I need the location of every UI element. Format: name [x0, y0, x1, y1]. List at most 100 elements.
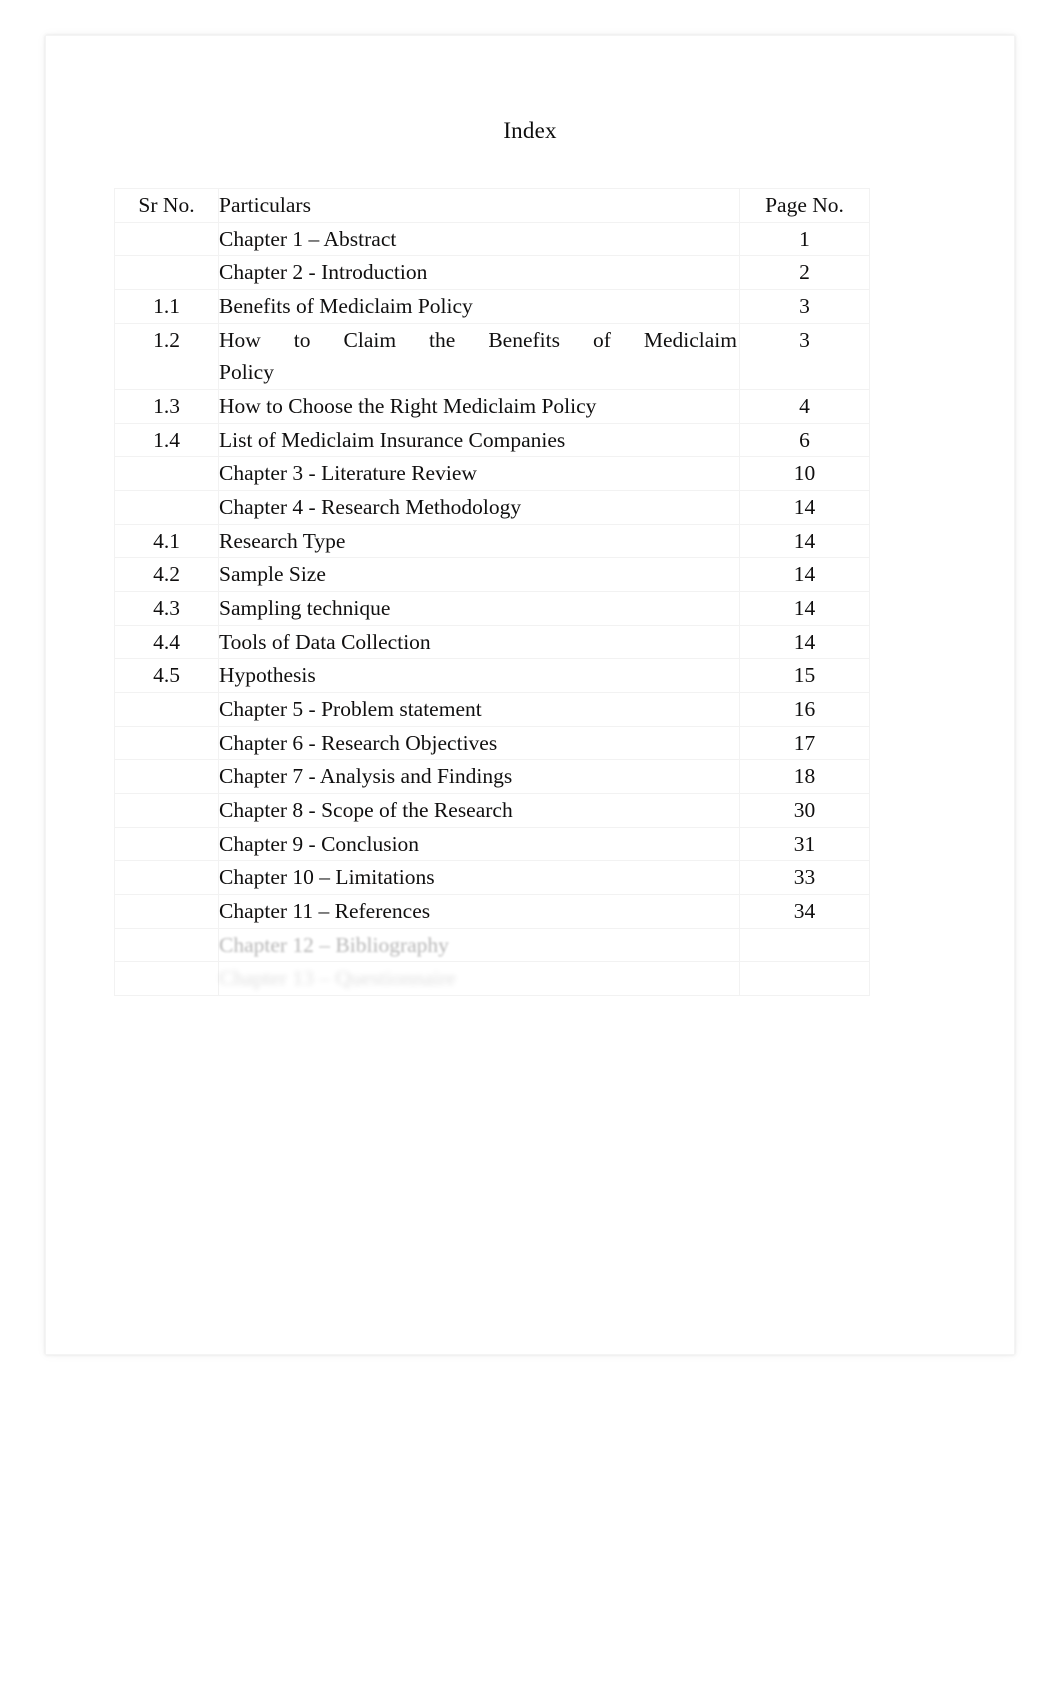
cell-particulars: Chapter 13 – Questionnaire — [218, 961, 740, 997]
cell-sr-no: 1.3 — [114, 389, 219, 424]
table-row: 4.2 Sample Size 14 — [114, 557, 870, 593]
cell-particulars-line-1: How to Claim the Benefits of Mediclaim — [219, 327, 737, 352]
cell-sr-no — [114, 927, 219, 963]
cell-page-no: 30 — [739, 793, 870, 828]
cell-particulars: Hypothesis — [218, 658, 740, 694]
cell-sr-no: 4.2 — [114, 557, 219, 593]
cell-page-no: 10 — [739, 456, 870, 492]
cell-sr-no — [114, 490, 219, 525]
cell-particulars: Chapter 2 - Introduction — [218, 255, 740, 291]
cell-sr-no: 1.1 — [114, 289, 219, 324]
cell-page-no: 2 — [739, 255, 870, 291]
cell-particulars: Chapter 8 - Scope of the Research — [218, 793, 740, 828]
cell-sr-no — [114, 725, 219, 761]
table-row: 1.2 How to Claim the Benefits of Mediclai… — [114, 322, 870, 391]
cell-page-no: 1 — [739, 221, 870, 257]
table-body: Chapter 1 – Abstract 1 Chapter 2 - Introdu… — [114, 221, 870, 997]
table-row: 4.1 Research Type 14 — [114, 523, 870, 559]
cell-page-no — [739, 961, 870, 997]
cell-sr-no — [114, 894, 219, 929]
cell-particulars-line-2: Policy — [219, 360, 274, 385]
cell-page-no: 14 — [739, 624, 870, 660]
cell-particulars: Tools of Data Collection — [218, 624, 740, 660]
cell-sr-no — [114, 255, 219, 291]
table-row: 1.4 List of Mediclaim Insurance Companies… — [114, 422, 870, 458]
cell-particulars: Sampling technique — [218, 591, 740, 626]
index-table-container: Sr No. Particulars Page No. Chapter 1 – … — [114, 188, 870, 997]
cell-particulars: Chapter 9 - Conclusion — [218, 826, 740, 862]
column-header-page-no: Page No. — [739, 188, 870, 223]
column-header-particulars: Particulars — [218, 188, 740, 223]
table-row: Chapter 4 - Research Methodology 14 — [114, 490, 870, 525]
table-header-row: Sr No. Particulars Page No. — [114, 188, 870, 223]
cell-sr-no — [114, 692, 219, 727]
cell-particulars: Chapter 10 – Limitations — [218, 860, 740, 896]
cell-page-no: 14 — [739, 490, 870, 525]
cell-sr-no: 4.5 — [114, 658, 219, 694]
cell-particulars: Chapter 7 - Analysis and Findings — [218, 759, 740, 795]
cell-page-no: 6 — [739, 422, 870, 458]
cell-page-no — [739, 927, 870, 963]
table-row: Chapter 11 – References 34 — [114, 894, 870, 929]
cell-page-no: 14 — [739, 523, 870, 559]
cell-sr-no — [114, 221, 219, 257]
table-row: Chapter 5 - Problem statement 16 — [114, 692, 870, 727]
document-page: Index Sr No. Particulars Page No. Chapte… — [45, 35, 1015, 1355]
cell-sr-no: 4.1 — [114, 523, 219, 559]
cell-page-no: 3 — [739, 289, 870, 324]
table-row: Chapter 7 - Analysis and Findings 18 — [114, 759, 870, 795]
cell-sr-no: 1.2 — [114, 322, 219, 391]
cell-page-no: 17 — [739, 725, 870, 761]
cell-sr-no: 4.4 — [114, 624, 219, 660]
cell-particulars: How to Choose the Right Mediclaim Policy — [218, 389, 740, 424]
cell-particulars: Chapter 6 - Research Objectives — [218, 725, 740, 761]
cell-particulars: Chapter 11 – References — [218, 894, 740, 929]
table-row: Chapter 13 – Questionnaire — [114, 961, 870, 997]
table-header: Sr No. Particulars Page No. — [114, 188, 870, 223]
table-row: 4.5 Hypothesis 15 — [114, 658, 870, 694]
cell-particulars: How to Claim the Benefits of Mediclaim Po… — [218, 322, 740, 391]
cell-page-no: 14 — [739, 591, 870, 626]
table-row: 4.4 Tools of Data Collection 14 — [114, 624, 870, 660]
cell-page-no: 3 — [739, 322, 870, 391]
cell-sr-no: 4.3 — [114, 591, 219, 626]
cell-sr-no — [114, 759, 219, 795]
cell-page-no: 18 — [739, 759, 870, 795]
cell-particulars: Chapter 5 - Problem statement — [218, 692, 740, 727]
cell-particulars: Chapter 4 - Research Methodology — [218, 490, 740, 525]
cell-sr-no — [114, 826, 219, 862]
cell-page-no: 14 — [739, 557, 870, 593]
cell-page-no: 16 — [739, 692, 870, 727]
table-row: Chapter 6 - Research Objectives 17 — [114, 725, 870, 761]
cell-particulars: Chapter 3 - Literature Review — [218, 456, 740, 492]
table-row: Chapter 8 - Scope of the Research 30 — [114, 793, 870, 828]
cell-particulars: Research Type — [218, 523, 740, 559]
cell-particulars: Chapter 1 – Abstract — [218, 221, 740, 257]
cell-page-no: 33 — [739, 860, 870, 896]
column-header-sr-no: Sr No. — [114, 188, 219, 223]
table-row: 4.3 Sampling technique 14 — [114, 591, 870, 626]
cell-sr-no: 1.4 — [114, 422, 219, 458]
cell-page-no: 31 — [739, 826, 870, 862]
cell-sr-no — [114, 961, 219, 997]
table-row: Chapter 1 – Abstract 1 — [114, 221, 870, 257]
cell-page-no: 4 — [739, 389, 870, 424]
table-row: 1.3 How to Choose the Right Mediclaim Pol… — [114, 389, 870, 424]
cell-particulars: Sample Size — [218, 557, 740, 593]
cell-page-no: 34 — [739, 894, 870, 929]
table-row: Chapter 10 – Limitations 33 — [114, 860, 870, 896]
table-row: Chapter 9 - Conclusion 31 — [114, 826, 870, 862]
cell-sr-no — [114, 456, 219, 492]
cell-sr-no — [114, 793, 219, 828]
table-row: 1.1 Benefits of Mediclaim Policy 3 — [114, 289, 870, 324]
table-row: Chapter 2 - Introduction 2 — [114, 255, 870, 291]
table-row: Chapter 3 - Literature Review 10 — [114, 456, 870, 492]
cell-page-no: 15 — [739, 658, 870, 694]
page-title: Index — [503, 118, 557, 143]
cell-particulars: Benefits of Mediclaim Policy — [218, 289, 740, 324]
index-table: Sr No. Particulars Page No. Chapter 1 – … — [114, 188, 870, 997]
cell-particulars: List of Mediclaim Insurance Companies — [218, 422, 740, 458]
cell-sr-no — [114, 860, 219, 896]
table-row: Chapter 12 – Bibliography — [114, 927, 870, 963]
cell-particulars: Chapter 12 – Bibliography — [218, 927, 740, 963]
